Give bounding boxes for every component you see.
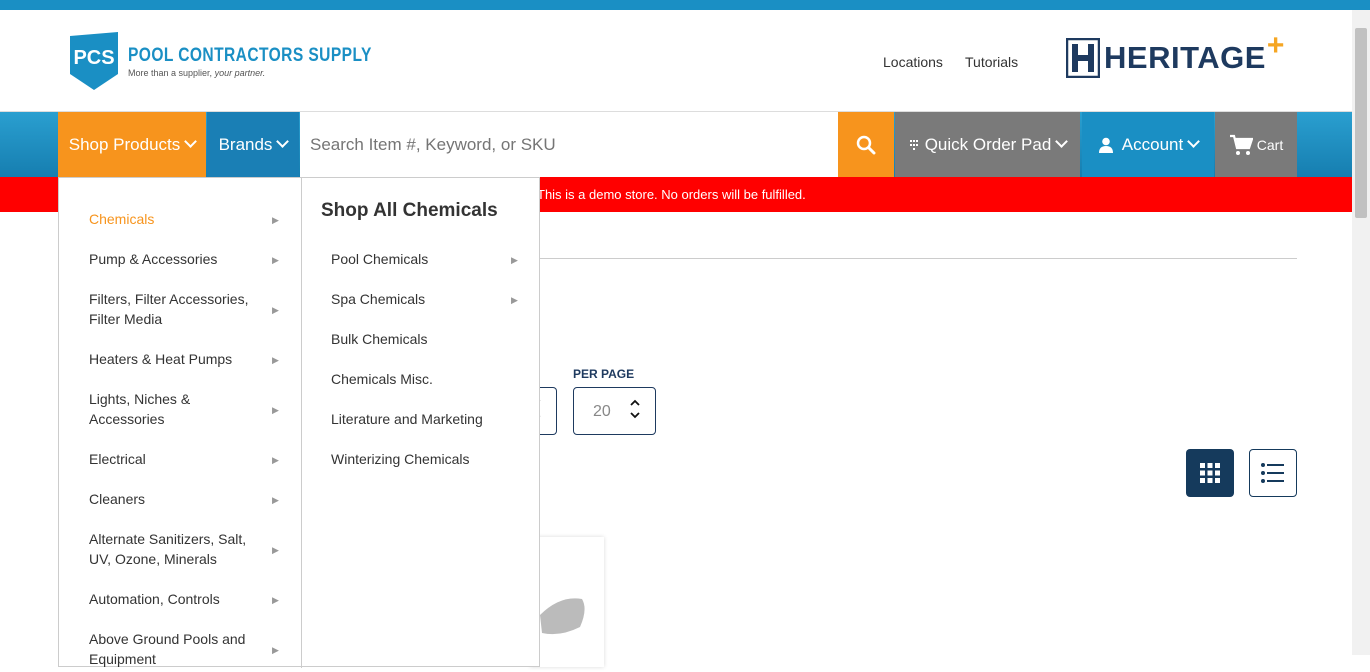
pcs-shield-icon: PCS: [70, 32, 118, 90]
person-icon: [1098, 137, 1113, 153]
heritage-logo[interactable]: HERITAGE +: [1066, 29, 1284, 78]
category-alternate-sanitizers[interactable]: Alternate Sanitizers, Salt, UV, Ozone, M…: [89, 529, 264, 569]
arrow-right-icon: ▶: [511, 295, 518, 305]
per-page-label: PER PAGE: [573, 367, 635, 381]
updown-arrows-icon: [630, 399, 640, 419]
search-button[interactable]: [838, 112, 894, 177]
chevron-down-icon: [276, 135, 290, 148]
svg-text:PCS: PCS: [73, 47, 114, 69]
heritage-h-icon: [1066, 38, 1100, 78]
subcategory-literature-marketing[interactable]: Literature and Marketing: [331, 411, 483, 427]
arrow-right-icon: ▶: [272, 595, 279, 605]
category-filters[interactable]: Filters, Filter Accessories, Filter Medi…: [89, 289, 264, 329]
grid-view-icon: [1200, 463, 1220, 483]
list-view-icon: [1261, 463, 1284, 483]
divider: [540, 258, 1297, 259]
chevron-down-icon: [184, 135, 198, 148]
arrow-right-icon: ▶: [272, 255, 279, 265]
chevron-down-icon: [1187, 135, 1201, 148]
quick-order-pad-button[interactable]: Quick Order Pad: [895, 112, 1080, 177]
arrow-right-icon: ▶: [272, 215, 279, 225]
product-image: [540, 598, 585, 635]
subcategory-spa-chemicals[interactable]: Spa Chemicals: [331, 291, 425, 307]
heritage-plus-icon: +: [1266, 29, 1285, 62]
arrow-right-icon: ▶: [272, 405, 279, 415]
subcategory-chemicals-misc[interactable]: Chemicals Misc.: [331, 371, 433, 387]
category-column: Chemicals ▶ Pump & Accessories ▶ Filters…: [59, 178, 302, 668]
arrow-right-icon: ▶: [272, 495, 279, 505]
page-scrollbar[interactable]: [1352, 10, 1370, 655]
category-automation[interactable]: Automation, Controls: [89, 589, 289, 609]
subcategory-bulk-chemicals[interactable]: Bulk Chemicals: [331, 331, 427, 347]
category-lights[interactable]: Lights, Niches & Accessories: [89, 389, 219, 429]
arrow-right-icon: ▶: [272, 305, 279, 315]
keypad-icon: [909, 139, 918, 150]
logo-tagline: More than a supplier, your partner.: [128, 67, 266, 78]
main-navbar: Shop Products Brands Quick Order Pad Acc…: [0, 112, 1370, 177]
arrow-right-icon: ▶: [272, 455, 279, 465]
search-input[interactable]: [300, 112, 838, 177]
product-card[interactable]: [530, 537, 604, 667]
pcs-logo[interactable]: PCS POOL CONTRACTORS SUPPLY More than a …: [66, 30, 425, 92]
arrow-right-icon: ▶: [272, 545, 279, 555]
brands-button[interactable]: Brands: [207, 112, 299, 177]
cart-icon: [1229, 134, 1253, 155]
search-icon: [856, 135, 876, 154]
category-pump-accessories[interactable]: Pump & Accessories: [89, 249, 289, 269]
logo-title: POOL CONTRACTORS SUPPLY: [128, 44, 372, 66]
subcategory-winterizing-chemicals[interactable]: Winterizing Chemicals: [331, 451, 469, 467]
arrow-right-icon: ▶: [272, 645, 279, 655]
list-view-button[interactable]: [1249, 449, 1297, 497]
arrow-right-icon: ▶: [272, 355, 279, 365]
scrollbar-thumb[interactable]: [1355, 28, 1367, 218]
shop-products-button[interactable]: Shop Products: [58, 112, 206, 177]
arrow-right-icon: ▶: [511, 255, 518, 265]
category-electrical[interactable]: Electrical: [89, 449, 289, 469]
subcategory-pool-chemicals[interactable]: Pool Chemicals: [331, 251, 428, 267]
chevron-down-icon: [1055, 135, 1069, 148]
shop-products-megamenu: Chemicals ▶ Pump & Accessories ▶ Filters…: [58, 177, 540, 668]
category-cleaners[interactable]: Cleaners: [89, 489, 289, 509]
grid-view-button[interactable]: [1186, 449, 1234, 497]
site-header: PCS POOL CONTRACTORS SUPPLY More than a …: [0, 10, 1370, 112]
account-button[interactable]: Account: [1082, 112, 1214, 177]
category-chemicals[interactable]: Chemicals: [89, 209, 289, 229]
locations-link[interactable]: Locations: [883, 54, 943, 70]
top-stripe: [0, 0, 1370, 10]
cart-button[interactable]: Cart: [1215, 112, 1297, 177]
category-above-ground[interactable]: Above Ground Pools and Equipment: [89, 629, 264, 669]
tutorials-link[interactable]: Tutorials: [965, 54, 1018, 70]
shop-all-chemicals-link[interactable]: Shop All Chemicals: [321, 200, 498, 222]
per-page-select[interactable]: 20: [573, 387, 656, 435]
category-heaters[interactable]: Heaters & Heat Pumps: [89, 349, 289, 369]
